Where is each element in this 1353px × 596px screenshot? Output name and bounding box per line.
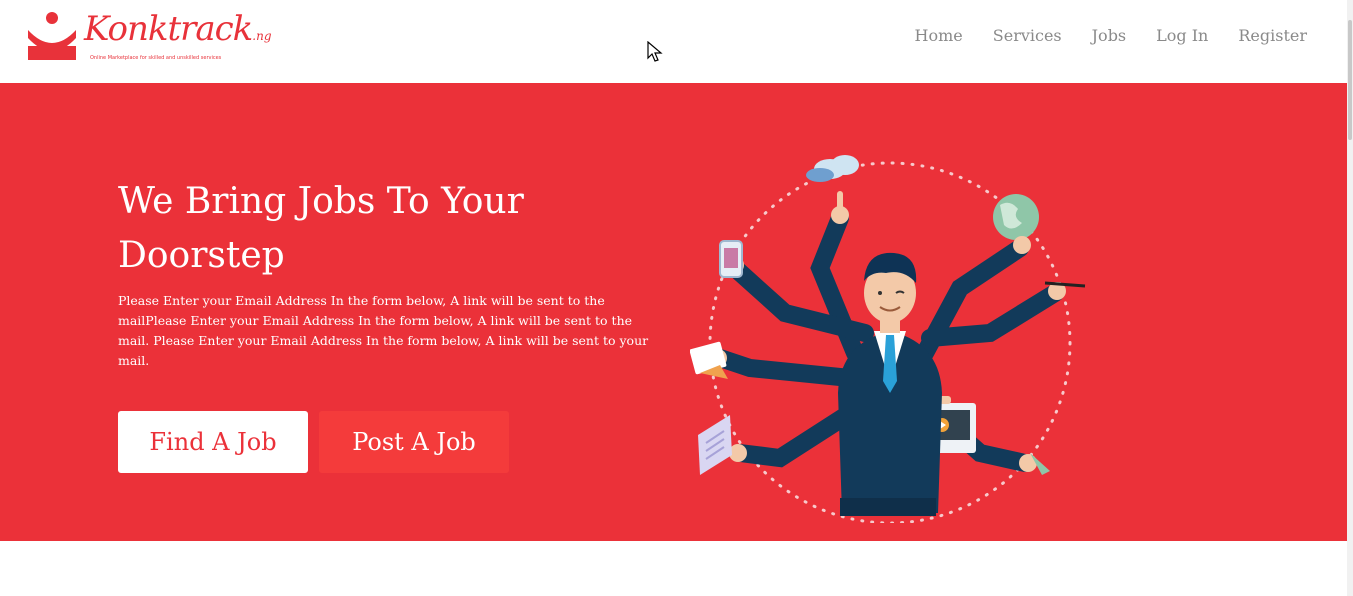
smartphone-icon bbox=[719, 240, 743, 278]
nav-jobs[interactable]: Jobs bbox=[1092, 26, 1127, 46]
top-navbar: Konktrack.ng Online Marketplace for skil… bbox=[0, 0, 1347, 83]
logo-wordmark: Konktrack.ng bbox=[84, 9, 272, 49]
main-nav: Home Services Jobs Log In Register bbox=[915, 26, 1307, 46]
globe-icon bbox=[993, 194, 1039, 240]
find-job-button[interactable]: Find A Job bbox=[118, 411, 308, 473]
document-icon bbox=[698, 415, 732, 475]
nav-services[interactable]: Services bbox=[993, 26, 1062, 46]
nav-home[interactable]: Home bbox=[915, 26, 963, 46]
hero-description: Please Enter your Email Address In the f… bbox=[118, 293, 649, 368]
logo-tagline: Online Marketplace for skilled and unski… bbox=[90, 55, 222, 61]
mouse-cursor-icon bbox=[647, 41, 663, 62]
site-logo[interactable]: Konktrack.ng Online Marketplace for skil… bbox=[24, 8, 272, 68]
multitasking-businessman-illustration bbox=[690, 155, 1086, 523]
logo-mark-icon bbox=[28, 12, 76, 60]
hero-section: We Bring Jobs To Your Doorstep Please En… bbox=[0, 83, 1347, 541]
nav-login[interactable]: Log In bbox=[1156, 26, 1208, 46]
nav-register[interactable]: Register bbox=[1238, 26, 1307, 46]
envelope-icon bbox=[690, 341, 728, 379]
page-scrollbar[interactable] bbox=[1347, 0, 1353, 596]
hero-title: We Bring Jobs To Your Doorstep bbox=[118, 181, 524, 276]
post-job-button[interactable]: Post A Job bbox=[319, 411, 509, 473]
cloud-icon bbox=[806, 155, 859, 182]
scrollbar-thumb[interactable] bbox=[1348, 20, 1352, 140]
